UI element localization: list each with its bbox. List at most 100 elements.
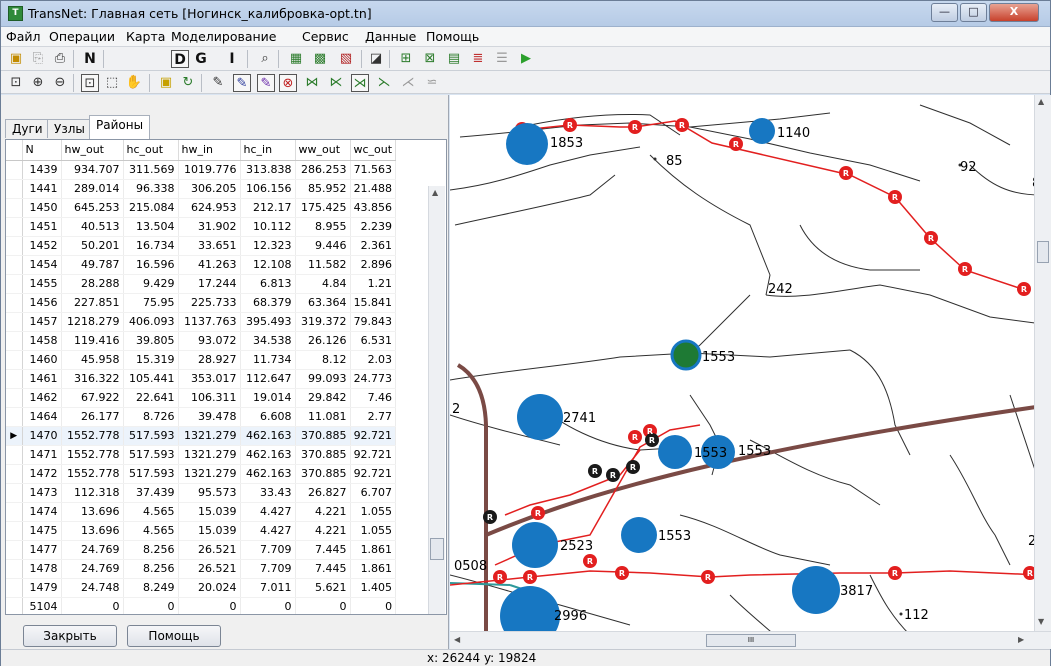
table-cell[interactable]: 1.21 <box>350 274 397 294</box>
table-vertical-scrollbar[interactable]: ▲ ▼ <box>428 186 445 614</box>
table-row[interactable]: 1456 227.851 75.95 225.733 68.379 63.364 15.84… <box>6 293 397 313</box>
row-indicator[interactable] <box>6 217 23 237</box>
pencil-icon[interactable]: ✎ <box>209 74 227 92</box>
close-window-button[interactable]: X <box>989 3 1039 22</box>
table-cell[interactable]: 63.364 <box>295 293 351 313</box>
table-cell[interactable]: 13.504 <box>123 217 179 237</box>
table-cell[interactable]: 0 <box>240 597 296 614</box>
table-cell[interactable]: 33.43 <box>240 483 296 503</box>
table-cell[interactable]: 1.055 <box>350 502 397 522</box>
row-indicator[interactable] <box>6 179 23 199</box>
row-indicator[interactable] <box>6 350 23 370</box>
table-row[interactable]: 1472 1552.778 517.593 1321.279 462.163 370.88… <box>6 464 397 484</box>
table-cell[interactable]: 1.861 <box>350 559 397 579</box>
table-cell[interactable]: 370.885 <box>295 464 351 484</box>
table-cell[interactable]: 67.922 <box>61 388 124 408</box>
table-cell[interactable]: 16.596 <box>123 255 179 275</box>
i-mode-button[interactable]: I <box>223 50 241 68</box>
row-indicator[interactable] <box>6 236 23 256</box>
district-zones[interactable] <box>500 118 840 646</box>
edit-link-icon[interactable]: ✎ <box>233 74 251 92</box>
table-cell[interactable]: 4.565 <box>123 502 179 522</box>
table-cell[interactable]: 9.446 <box>295 236 351 256</box>
row-indicator[interactable] <box>6 407 23 427</box>
table-cell[interactable]: 13.696 <box>61 521 124 541</box>
table-cell[interactable]: 10.112 <box>240 217 296 237</box>
table-cell[interactable]: 313.838 <box>240 160 296 180</box>
table-cell[interactable]: 1.055 <box>350 521 397 541</box>
table-cell[interactable]: 227.851 <box>61 293 124 313</box>
table-cell[interactable]: 4.427 <box>240 502 296 522</box>
table-cell[interactable]: 112.647 <box>240 369 296 389</box>
table-cell[interactable]: 1472 <box>22 464 62 484</box>
table-cell[interactable]: 20.024 <box>178 578 241 598</box>
table-cell[interactable]: 26.827 <box>295 483 351 503</box>
table-cell[interactable]: 26.126 <box>295 331 351 351</box>
table-cell[interactable]: 24.773 <box>350 369 397 389</box>
select-rect-icon[interactable]: ⬚ <box>103 74 121 92</box>
maximize-button[interactable]: □ <box>960 3 987 22</box>
table-cell[interactable]: 1473 <box>22 483 62 503</box>
table-cell[interactable]: 105.441 <box>123 369 179 389</box>
table-cell[interactable]: 934.707 <box>61 160 124 180</box>
link-select-icon[interactable]: ⋊ <box>351 74 369 92</box>
table-cell[interactable]: 7.011 <box>240 578 296 598</box>
table-cell[interactable]: 21.488 <box>350 179 397 199</box>
table-cell[interactable]: 319.372 <box>295 312 351 332</box>
table-cell[interactable]: 4.565 <box>123 521 179 541</box>
table-cell[interactable]: 12.108 <box>240 255 296 275</box>
table-cell[interactable]: 11.081 <box>295 407 351 427</box>
table-cell[interactable]: 4.84 <box>295 274 351 294</box>
table-row[interactable]: 1441 289.014 96.338 306.205 106.156 85.952 21.… <box>6 179 397 199</box>
table-cell[interactable]: 1454 <box>22 255 62 275</box>
table-cell[interactable]: 1452 <box>22 236 62 256</box>
table-cell[interactable]: 1450 <box>22 198 62 218</box>
add-link-icon[interactable]: ⋈ <box>303 74 321 92</box>
table-row[interactable]: 1452 50.201 16.734 33.651 12.323 9.446 2.361 <box>6 236 397 256</box>
row-indicator[interactable] <box>6 521 23 541</box>
table-cell[interactable]: 99.093 <box>295 369 351 389</box>
table-cell[interactable]: 34.538 <box>240 331 296 351</box>
table-cell[interactable]: 28.927 <box>178 350 241 370</box>
table-row[interactable]: 1479 24.748 8.249 20.024 7.011 5.621 1.405 <box>6 578 397 598</box>
table-cell[interactable]: 2.03 <box>350 350 397 370</box>
table-cell[interactable]: 7.709 <box>240 540 296 560</box>
table-cell[interactable]: 15.319 <box>123 350 179 370</box>
table-cell[interactable]: 26.177 <box>61 407 124 427</box>
table-cell[interactable]: 17.244 <box>178 274 241 294</box>
table-cell[interactable]: 0 <box>295 597 351 614</box>
row-indicator[interactable] <box>6 293 23 313</box>
districts-table[interactable]: N hw_out hc_out hw_in hc_in ww_out wc_ou… <box>5 139 447 615</box>
menu-service[interactable]: Сервис <box>302 29 349 44</box>
table-cell[interactable]: 311.569 <box>123 160 179 180</box>
table-cell[interactable]: 106.156 <box>240 179 296 199</box>
table-cell[interactable]: 1552.778 <box>61 445 124 465</box>
table-cell[interactable]: 8.955 <box>295 217 351 237</box>
table-row[interactable]: 1464 26.177 8.726 39.478 6.608 11.081 2.77 <box>6 407 397 427</box>
row-indicator[interactable] <box>6 274 23 294</box>
table-cell[interactable]: 2.361 <box>350 236 397 256</box>
menu-help[interactable]: Помощь <box>426 29 479 44</box>
table-cell[interactable]: 1461 <box>22 369 62 389</box>
link-edit-icon[interactable]: ⋉ <box>327 74 345 92</box>
table-cell[interactable]: 39.478 <box>178 407 241 427</box>
menu-modeling[interactable]: Моделирование <box>171 29 276 44</box>
table-cell[interactable]: 6.813 <box>240 274 296 294</box>
layer-icon[interactable]: ▣ <box>157 74 175 92</box>
menu-map[interactable]: Карта <box>126 29 165 44</box>
row-indicator[interactable] <box>6 312 23 332</box>
table-cell[interactable]: 1439 <box>22 160 62 180</box>
table-cell[interactable]: 517.593 <box>123 464 179 484</box>
column-header[interactable]: N <box>22 140 62 161</box>
table-cell[interactable]: 1019.776 <box>178 160 241 180</box>
table-cell[interactable]: 8.256 <box>123 559 179 579</box>
row-indicator[interactable] <box>6 388 23 408</box>
table-cell[interactable]: 5104 <box>22 597 62 614</box>
table-cell[interactable]: 29.842 <box>295 388 351 408</box>
grid-chart-icon[interactable]: ▤ <box>445 50 463 68</box>
minimize-button[interactable]: — <box>931 3 958 22</box>
table-cell[interactable]: 1470 <box>22 426 62 446</box>
g-mode-button[interactable]: G <box>192 50 210 68</box>
table-row[interactable]: 1460 45.958 15.319 28.927 11.734 8.12 2.03 <box>6 350 397 370</box>
table-row[interactable]: 1439 934.707 311.569 1019.776 313.838 286.253… <box>6 160 397 180</box>
